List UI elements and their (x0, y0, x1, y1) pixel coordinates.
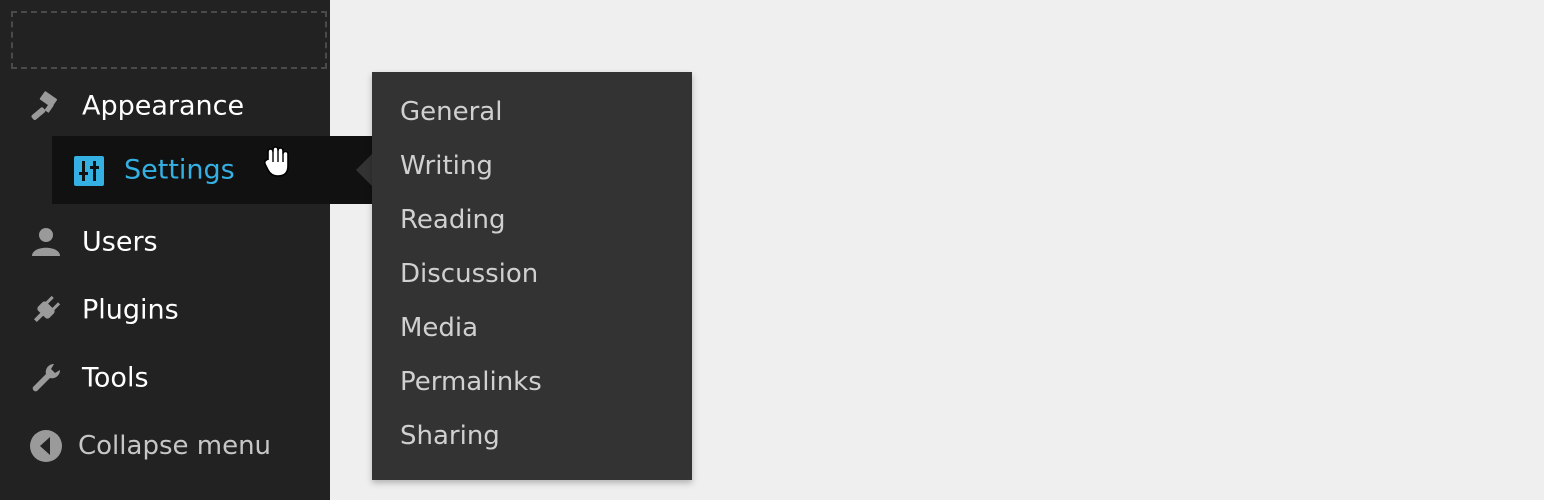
sidebar-item-tools[interactable]: Tools (0, 346, 330, 410)
sidebar-item-label: Plugins (82, 294, 179, 326)
submenu-item-discussion[interactable]: Discussion (400, 254, 538, 294)
submenu-item-sharing[interactable]: Sharing (400, 416, 500, 456)
collapse-menu-label: Collapse menu (78, 431, 272, 461)
settings-sliders-icon (74, 156, 104, 186)
drop-placeholder (11, 11, 327, 69)
plug-icon (28, 292, 64, 328)
collapse-arrow-icon (28, 428, 64, 464)
submenu-item-general[interactable]: General (400, 92, 502, 132)
sidebar-item-settings[interactable]: Settings (52, 136, 372, 204)
sidebar-item-appearance[interactable]: Appearance (0, 74, 330, 138)
sidebar-item-label: Tools (82, 362, 149, 394)
submenu-item-writing[interactable]: Writing (400, 146, 493, 186)
sidebar-item-plugins[interactable]: Plugins (0, 278, 330, 342)
sidebar-item-label: Settings (124, 154, 235, 186)
admin-sidebar: Appearance Users Plugins Tools Collapse … (0, 0, 330, 500)
submenu-item-media[interactable]: Media (400, 308, 478, 348)
wrench-icon (28, 360, 64, 396)
collapse-menu-button[interactable]: Collapse menu (0, 414, 330, 478)
admin-screen: Appearance Users Plugins Tools Collapse … (0, 0, 1544, 500)
sidebar-item-label: Users (82, 226, 158, 258)
settings-flyout-submenu: General Writing Reading Discussion Media… (372, 72, 692, 480)
submenu-item-permalinks[interactable]: Permalinks (400, 362, 542, 402)
sidebar-item-label: Appearance (82, 90, 245, 122)
hand-cursor-icon (262, 146, 292, 178)
submenu-pointer (356, 154, 372, 186)
user-icon (28, 224, 64, 260)
sidebar-item-users[interactable]: Users (0, 210, 330, 274)
submenu-item-reading[interactable]: Reading (400, 200, 506, 240)
paintbrush-icon (28, 88, 64, 124)
